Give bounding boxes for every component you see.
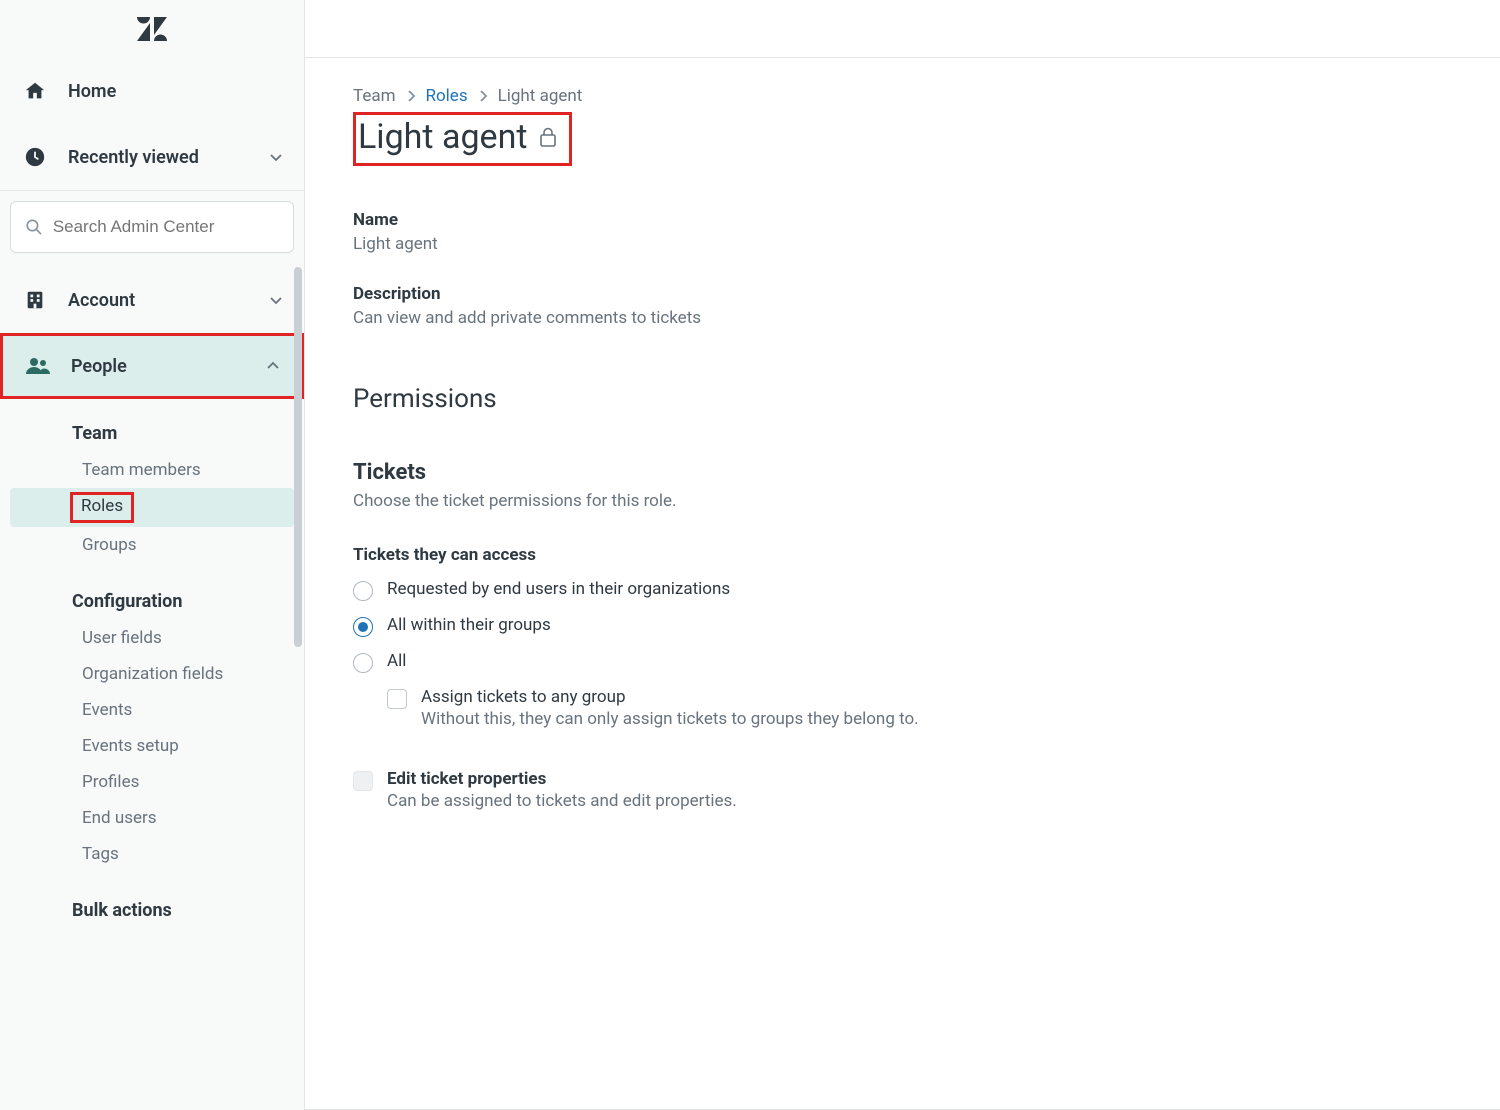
sidebar-scrollbar[interactable] — [294, 267, 302, 647]
subnav-events[interactable]: Events — [10, 692, 294, 728]
app-logo — [0, 0, 304, 58]
description-value: Can view and add private comments to tic… — [353, 308, 1452, 328]
radio-all[interactable]: All — [353, 651, 1452, 673]
sidebar: Home Recently viewed — [0, 0, 305, 1110]
building-icon — [24, 289, 46, 311]
breadcrumb-current: Light agent — [498, 86, 583, 106]
subnav-heading-team: Team — [0, 409, 304, 452]
radio-icon — [353, 617, 373, 637]
subnav-end-users[interactable]: End users — [10, 800, 294, 836]
subnav-organization-fields[interactable]: Organization fields — [10, 656, 294, 692]
page-title: Light agent — [358, 117, 527, 157]
subnav-heading-bulk-actions: Bulk actions — [0, 872, 304, 929]
radio-requested-by-org[interactable]: Requested by end users in their organiza… — [353, 579, 1452, 601]
chevron-right-icon — [478, 90, 488, 102]
checkbox-sublabel: Can be assigned to tickets and edit prop… — [387, 791, 737, 811]
sidebar-section-people[interactable]: People — [0, 333, 304, 399]
search-input[interactable] — [53, 217, 279, 237]
subnav-roles-label: Roles — [70, 492, 134, 523]
checkbox-label: Edit ticket properties — [387, 769, 737, 789]
subnav-tags[interactable]: Tags — [10, 836, 294, 872]
main: Team Roles Light agent Light agent Name — [305, 0, 1500, 1110]
checkbox-icon — [353, 771, 373, 791]
nav-home[interactable]: Home — [0, 58, 304, 124]
radio-label: Requested by end users in their organiza… — [387, 579, 730, 599]
subnav-team-members[interactable]: Team members — [10, 452, 294, 488]
radio-all-within-groups[interactable]: All within their groups — [353, 615, 1452, 637]
radio-label: All — [387, 651, 406, 671]
subnav-profiles[interactable]: Profiles — [10, 764, 294, 800]
checkbox-label: Assign tickets to any group — [421, 687, 919, 707]
radio-label: All within their groups — [387, 615, 551, 635]
subnav-heading-configuration: Configuration — [0, 563, 304, 620]
radio-icon — [353, 581, 373, 601]
subnav-groups[interactable]: Groups — [10, 527, 294, 563]
chevron-down-icon — [268, 149, 284, 165]
nav-recent-label: Recently viewed — [68, 147, 199, 168]
topbar — [305, 0, 1500, 58]
sidebar-people-label: People — [71, 356, 127, 377]
breadcrumb-roles[interactable]: Roles — [426, 86, 468, 106]
chevron-right-icon — [406, 90, 416, 102]
tickets-heading: Tickets — [353, 460, 1452, 485]
checkbox-sublabel: Without this, they can only assign ticke… — [421, 709, 919, 729]
nav-recently-viewed[interactable]: Recently viewed — [0, 124, 304, 190]
sidebar-section-account[interactable]: Account — [0, 267, 304, 333]
home-icon — [24, 80, 46, 102]
chevron-up-icon — [265, 358, 281, 374]
name-label: Name — [353, 210, 1452, 230]
nav-home-label: Home — [68, 81, 116, 102]
checkbox-assign-any-group[interactable]: Assign tickets to any group Without this… — [387, 687, 1452, 729]
description-label: Description — [353, 284, 1452, 304]
chevron-down-icon — [268, 292, 284, 308]
breadcrumb: Team Roles Light agent — [353, 86, 1452, 106]
subnav-events-setup[interactable]: Events setup — [10, 728, 294, 764]
content-area: Team Roles Light agent Light agent Name — [305, 58, 1500, 1110]
clock-icon — [24, 146, 46, 168]
page-title-wrap: Light agent — [353, 112, 572, 166]
sidebar-account-label: Account — [68, 290, 135, 311]
ticket-access-label: Tickets they can access — [353, 545, 1452, 565]
subnav-roles[interactable]: Roles — [10, 488, 294, 527]
radio-icon — [353, 653, 373, 673]
checkbox-icon — [387, 689, 407, 709]
breadcrumb-team[interactable]: Team — [353, 86, 396, 106]
search-icon — [25, 217, 43, 237]
lock-icon — [539, 127, 557, 147]
permissions-heading: Permissions — [353, 384, 1452, 414]
people-icon — [26, 356, 50, 376]
subnav-user-fields[interactable]: User fields — [10, 620, 294, 656]
checkbox-edit-ticket-properties[interactable]: Edit ticket properties Can be assigned t… — [353, 769, 1452, 811]
zendesk-icon — [137, 17, 167, 41]
people-subnav: Team Team members Roles Groups Configura… — [0, 399, 304, 949]
name-value: Light agent — [353, 234, 1452, 254]
tickets-desc: Choose the ticket permissions for this r… — [353, 491, 1452, 511]
search-admin-center[interactable] — [10, 201, 294, 253]
